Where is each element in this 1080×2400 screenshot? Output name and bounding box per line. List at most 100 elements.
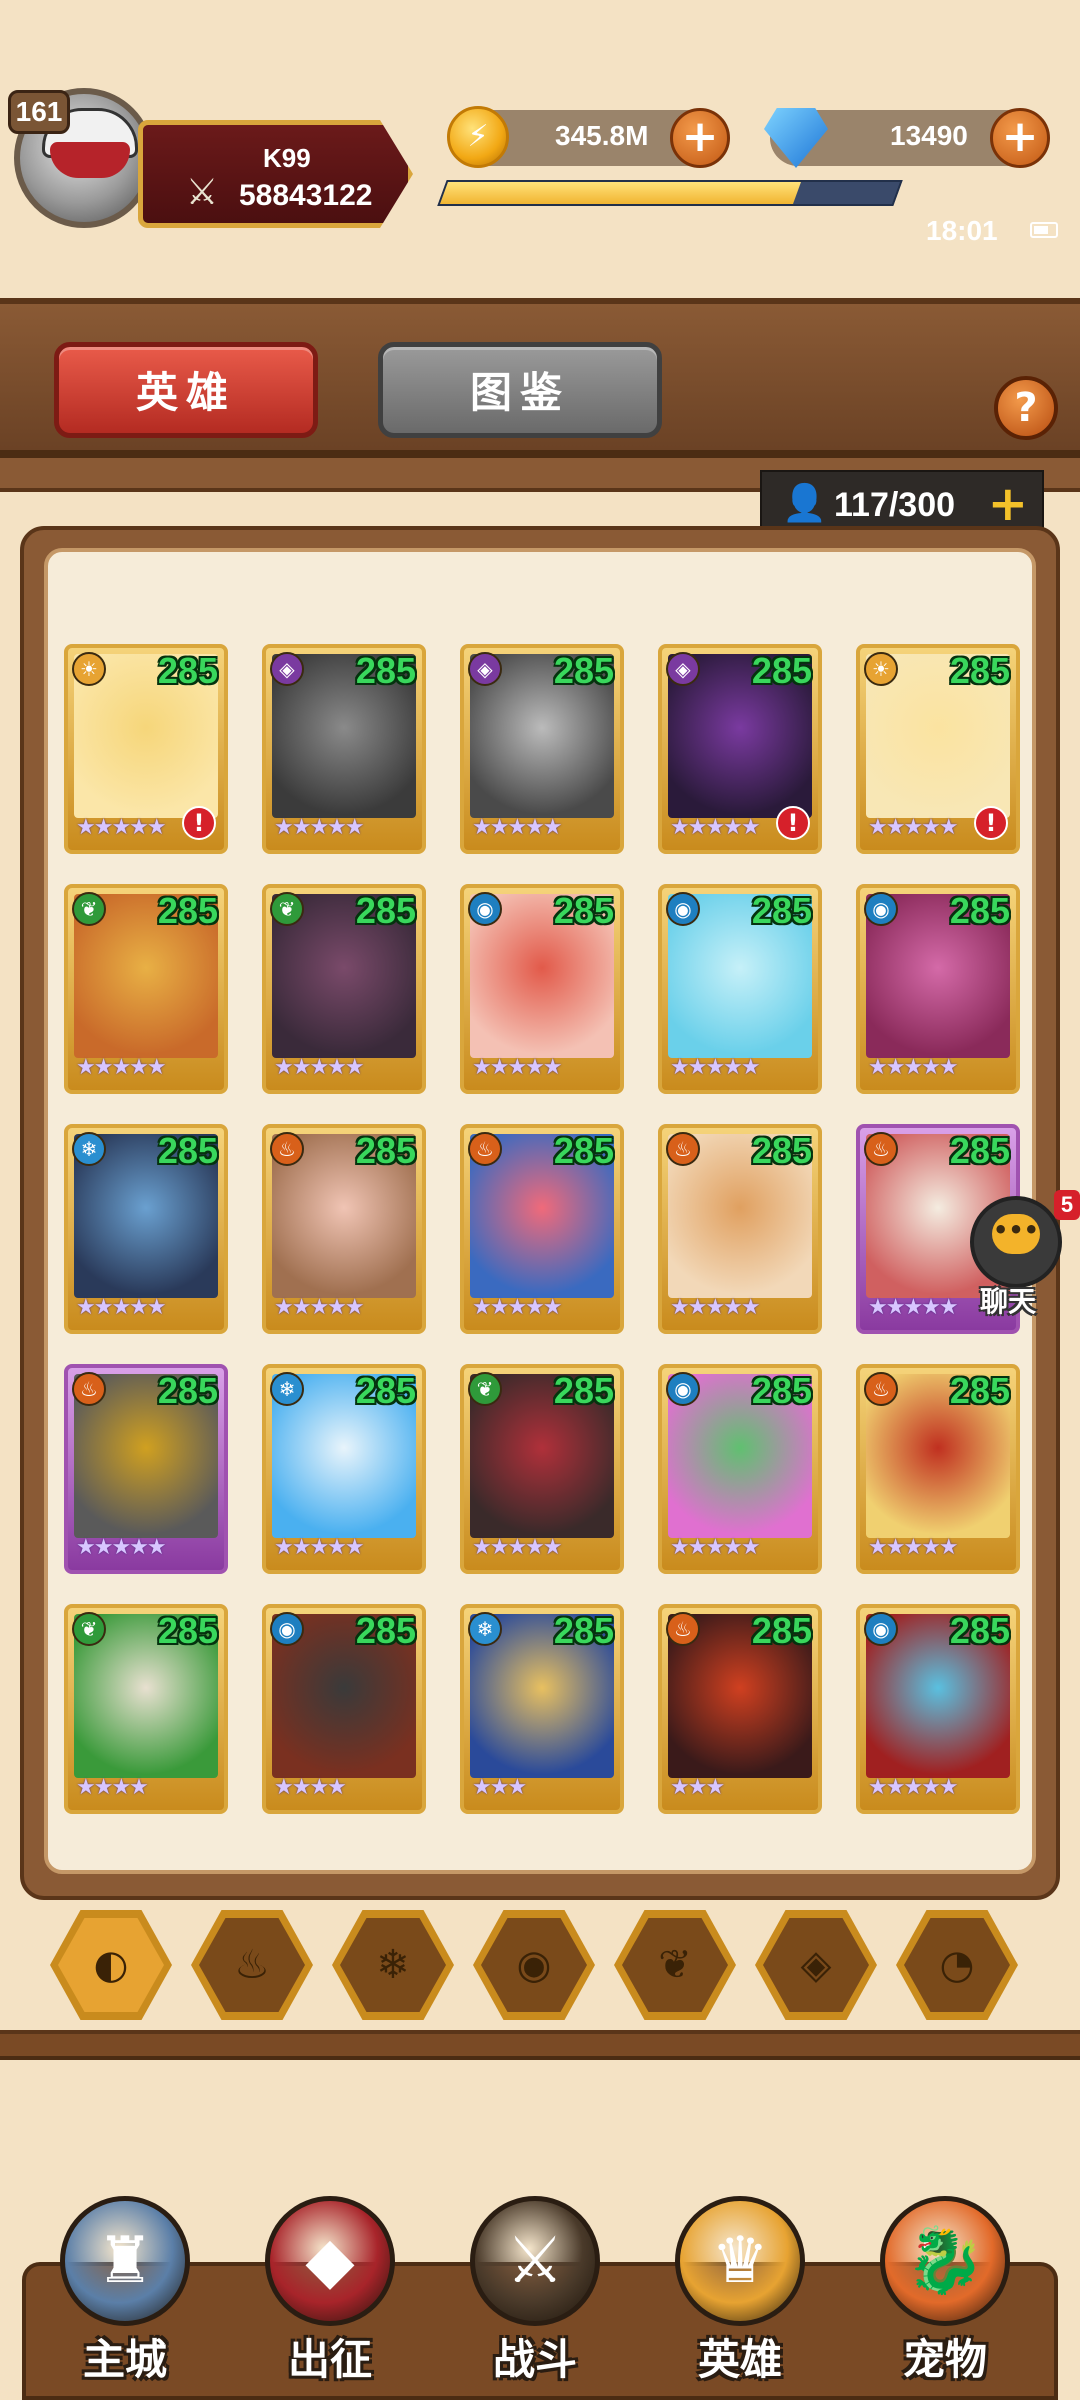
fire-element-icon: ♨	[666, 1612, 700, 1646]
dark-element-icon: ◈	[270, 652, 304, 686]
heroes-icon: ♛	[675, 2196, 805, 2326]
hero-card[interactable]: ◉ 285 ★★★★★	[658, 1364, 822, 1574]
hero-card[interactable]: ♨ 285 ★★★★★	[460, 1124, 624, 1334]
fire-element-icon: ♨	[72, 1372, 106, 1406]
filter-light[interactable]: ◔	[896, 1910, 1018, 2020]
water-element-icon: ◉	[864, 1612, 898, 1646]
hero-stars: ★★★★★	[76, 1295, 167, 1320]
expedition-icon: ◆	[265, 2196, 395, 2326]
hero-card[interactable]: ❄ 285 ★★★	[460, 1604, 624, 1814]
chat-button[interactable]: •••	[970, 1196, 1062, 1288]
hero-stars: ★★★★★	[472, 1055, 563, 1080]
nav-pets[interactable]: 🐉 宠物	[860, 2196, 1030, 2400]
hero-level: 285	[751, 650, 812, 691]
hero-level: 285	[751, 1610, 812, 1651]
hero-capacity[interactable]: 👤 117/300 +	[760, 470, 1044, 534]
hero-stars: ★★★★★	[274, 815, 365, 840]
hero-card[interactable]: ☀ 285 ★★★★★!	[64, 644, 228, 854]
nav-label: 出征	[287, 2335, 372, 2384]
help-button[interactable]: ?	[994, 376, 1058, 440]
filter-all[interactable]: ◐	[50, 1910, 172, 2020]
hero-stars: ★★★★★	[670, 1055, 761, 1080]
ice-filter-icon: ❄	[376, 1942, 410, 1988]
fire-element-icon: ♨	[864, 1132, 898, 1166]
main-city-icon: ♜	[60, 2196, 190, 2326]
hero-level: 285	[355, 1610, 416, 1651]
add-gems-button[interactable]: +	[990, 108, 1050, 168]
alert-icon: !	[974, 806, 1008, 840]
add-gold-button[interactable]: +	[670, 108, 730, 168]
hero-card[interactable]: ◈ 285 ★★★★★	[460, 644, 624, 854]
hero-card[interactable]: ❦ 285 ★★★★	[64, 1604, 228, 1814]
fire-element-icon: ♨	[270, 1132, 304, 1166]
hero-card[interactable]: ☀ 285 ★★★★★!	[856, 644, 1020, 854]
clock-time: 18:01	[926, 215, 998, 246]
hero-card[interactable]: ◈ 285 ★★★★★	[262, 644, 426, 854]
hero-level: 285	[949, 1370, 1010, 1411]
mask-icon	[50, 142, 130, 178]
hero-card[interactable]: ◉ 285 ★★★★	[262, 1604, 426, 1814]
crossed-swords-icon: ⚔	[185, 172, 219, 213]
dark-filter-icon: ◈	[800, 1942, 832, 1988]
dark-element-icon: ◈	[666, 652, 700, 686]
hero-stars: ★★★★★	[76, 815, 167, 840]
tab-heroes[interactable]: 英雄	[54, 342, 318, 438]
hero-stars: ★★★★★	[274, 1055, 365, 1080]
filter-water[interactable]: ◉	[473, 1910, 595, 2020]
nav-main-city[interactable]: ♜ 主城	[40, 2196, 210, 2400]
hero-stars: ★★★★★	[868, 1295, 959, 1320]
tab-codex[interactable]: 图鉴	[378, 342, 662, 438]
hero-level: 285	[157, 650, 218, 691]
hero-card[interactable]: ❦ 285 ★★★★★	[460, 1364, 624, 1574]
hero-card[interactable]: ❄ 285 ★★★★★	[64, 1124, 228, 1334]
fire-filter-icon: ♨	[234, 1942, 270, 1988]
diamond-icon	[764, 108, 828, 168]
nature-element-icon: ❦	[468, 1372, 502, 1406]
hero-card[interactable]: ♨ 285 ★★★★★	[64, 1364, 228, 1574]
hero-stars: ★★★	[472, 1775, 527, 1800]
nav-label: 主城	[82, 2335, 167, 2384]
hero-stars: ★★★★★	[868, 1055, 959, 1080]
nav-expedition[interactable]: ◆ 出征	[245, 2196, 415, 2400]
hero-card[interactable]: ◈ 285 ★★★★★!	[658, 644, 822, 854]
hero-card[interactable]: ❦ 285 ★★★★★	[262, 884, 426, 1094]
hero-card[interactable]: ◉ 285 ★★★★★	[856, 1604, 1020, 1814]
hero-level: 285	[355, 890, 416, 931]
experience-bar	[437, 180, 903, 206]
nav-heroes[interactable]: ♛ 英雄	[655, 2196, 825, 2400]
fire-element-icon: ♨	[666, 1132, 700, 1166]
hero-level: 285	[949, 1130, 1010, 1171]
player-avatar[interactable]: 161	[8, 80, 158, 240]
filter-fire[interactable]: ♨	[191, 1910, 313, 2020]
hero-card[interactable]: ♨ 285 ★★★	[658, 1604, 822, 1814]
filter-nature[interactable]: ❦	[614, 1910, 736, 2020]
hero-level: 285	[157, 1370, 218, 1411]
hero-card[interactable]: ❄ 285 ★★★★★	[262, 1364, 426, 1574]
hero-card[interactable]: ◉ 285 ★★★★★	[856, 884, 1020, 1094]
nav-battle[interactable]: ⚔ 战斗	[450, 2196, 620, 2400]
filter-dark[interactable]: ◈	[755, 1910, 877, 2020]
chat-unread-badge: 5	[1054, 1190, 1080, 1220]
chat-bubble-icon: •••	[992, 1214, 1040, 1254]
hero-card[interactable]: ◉ 285 ★★★★★	[460, 884, 624, 1094]
filter-ice[interactable]: ❄	[332, 1910, 454, 2020]
fire-element-icon: ♨	[468, 1132, 502, 1166]
hero-card[interactable]: ♨ 285 ★★★★★	[262, 1124, 426, 1334]
hero-level: 285	[355, 650, 416, 691]
add-capacity-button[interactable]: +	[988, 476, 1028, 532]
hero-panel[interactable]: ☀ 285 ★★★★★! ◈ 285 ★★★★★ ◈ 285 ★★★★★ ◈ 285 ★★★★★! ☀ 2…	[44, 548, 1036, 1874]
element-filter-row: ◐ ♨ ❄ ◉ ❦ ◈ ◔	[0, 1910, 1080, 2030]
player-info-plate[interactable]: ⚔ K99 58843122	[138, 120, 413, 228]
hero-card[interactable]: ♨ 285 ★★★★★	[856, 1364, 1020, 1574]
hero-stars: ★★★★★	[472, 1535, 563, 1560]
water-element-icon: ◉	[864, 892, 898, 926]
hero-stars: ★★★★★	[868, 815, 959, 840]
gold-coin-icon: ⚡	[447, 106, 509, 168]
hero-stars: ★★★★★	[868, 1535, 959, 1560]
hero-card[interactable]: ♨ 285 ★★★★★	[658, 1124, 822, 1334]
hero-card[interactable]: ◉ 285 ★★★★★	[658, 884, 822, 1094]
nav-label: 英雄	[697, 2335, 782, 2384]
hero-card[interactable]: ❦ 285 ★★★★★	[64, 884, 228, 1094]
battery-icon	[1030, 222, 1058, 238]
nav-label: 宠物	[902, 2335, 987, 2384]
